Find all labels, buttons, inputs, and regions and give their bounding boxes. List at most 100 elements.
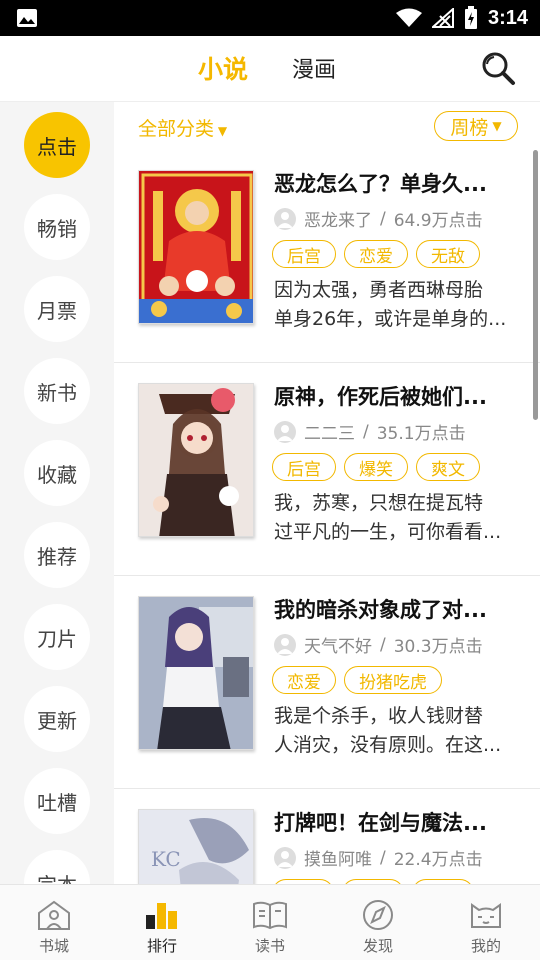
sidebar-item-completed[interactable]: 完本 bbox=[24, 850, 90, 884]
author-avatar-icon bbox=[274, 633, 296, 656]
book-description: 我，苏寒，只想在提瓦特 过平凡的一生，可你看看... bbox=[274, 489, 514, 547]
book-clicks: 64.9万点击 bbox=[393, 211, 483, 231]
book-tag[interactable]: 恋爱 bbox=[344, 240, 408, 268]
wifi-icon bbox=[395, 8, 422, 27]
cover-illustration: KC bbox=[139, 810, 253, 884]
category-filter-label: 全部分类 bbox=[138, 118, 215, 140]
book-meta: 恶龙来了 / 64.9万点击 bbox=[274, 206, 483, 231]
book-tag[interactable]: 爆笑 bbox=[344, 453, 408, 481]
cover-illustration bbox=[139, 597, 253, 749]
sidebar-item-comments[interactable]: 吐槽 bbox=[24, 768, 90, 834]
author-avatar-icon bbox=[274, 846, 296, 869]
book-cover[interactable] bbox=[138, 383, 254, 537]
book-tags: 恋爱 扮猪吃虎 bbox=[272, 666, 442, 694]
compass-icon bbox=[363, 900, 393, 930]
cover-illustration bbox=[139, 171, 253, 323]
sidebar-item-updated[interactable]: 更新 bbox=[24, 686, 90, 752]
sidebar-item-clicks[interactable]: 点击 bbox=[24, 112, 90, 178]
meta-separator: / bbox=[380, 208, 386, 229]
book-clicks: 30.3万点击 bbox=[393, 637, 483, 657]
book-description-line: 单身26年，或许是单身的... bbox=[274, 308, 507, 330]
book-clicks: 35.1万点击 bbox=[376, 424, 466, 444]
book-meta: 二二三 / 35.1万点击 bbox=[274, 419, 466, 444]
book-cover[interactable] bbox=[138, 170, 254, 324]
author-avatar-icon bbox=[274, 420, 296, 443]
tab-novel[interactable]: 小说 bbox=[198, 50, 248, 86]
status-bar: 3:14 bbox=[0, 0, 540, 36]
book-title[interactable]: 打牌吧！在剑与魔法... bbox=[274, 807, 514, 837]
book-cover[interactable]: KC bbox=[138, 809, 254, 884]
nav-label: 读书 bbox=[254, 937, 285, 955]
nav-reading[interactable]: 读书 bbox=[216, 885, 324, 960]
image-notification-icon bbox=[17, 9, 37, 27]
book-tag[interactable]: 后宫 bbox=[272, 453, 336, 481]
search-icon[interactable] bbox=[480, 50, 516, 86]
house-icon bbox=[38, 900, 70, 930]
book-description: 我是个杀手，收人钱财替 人消灾，没有原则。在这... bbox=[274, 702, 514, 760]
nav-label: 我的 bbox=[470, 937, 501, 955]
sidebar-item-recommended[interactable]: 推荐 bbox=[24, 522, 90, 588]
signal-icon bbox=[431, 8, 454, 28]
book-description-line: 人消灾，没有原则。在这... bbox=[274, 734, 502, 756]
book-description-line: 我，苏寒，只想在提瓦特 bbox=[274, 492, 484, 514]
sidebar-item-monthly-votes[interactable]: 月票 bbox=[24, 276, 90, 342]
book-author: 天气不好 bbox=[304, 637, 372, 657]
meta-separator: / bbox=[380, 847, 386, 868]
meta-separator: / bbox=[363, 421, 369, 442]
category-filter[interactable]: 全部分类 ▼ bbox=[138, 114, 227, 141]
bar-chart-icon bbox=[146, 903, 177, 929]
nav-profile[interactable]: 我的 bbox=[432, 885, 540, 960]
meta-separator: / bbox=[380, 634, 386, 655]
book-tags: 后宫 恋爱 无敌 bbox=[272, 240, 480, 268]
book-tag[interactable]: 恋爱 bbox=[272, 666, 336, 694]
book-author: 摸鱼阿唯 bbox=[304, 850, 372, 870]
top-bar: 小说 漫画 bbox=[0, 36, 540, 102]
scrollbar[interactable] bbox=[533, 150, 538, 420]
book-icon bbox=[253, 901, 287, 930]
battery-charging-icon bbox=[464, 6, 477, 29]
cat-face-icon bbox=[471, 903, 501, 928]
nav-discover[interactable]: 发现 bbox=[324, 885, 432, 960]
bottom-navigation: 书城 排行 读书 发现 我的 bbox=[0, 884, 540, 960]
book-description-line: 因为太强，勇者西琳母胎 bbox=[274, 279, 484, 301]
book-card[interactable]: 恶龙怎么了？单身久... 恶龙来了 / 64.9万点击 后宫 恋爱 无敌 因为太强，… bbox=[114, 150, 540, 363]
book-title[interactable]: 原神，作死后被她们... bbox=[274, 381, 514, 411]
book-tags: 后宫 爆笑 爽文 bbox=[272, 453, 480, 481]
sidebar-item-bestselling[interactable]: 畅销 bbox=[24, 194, 90, 260]
nav-label: 发现 bbox=[362, 937, 393, 955]
svg-text:KC: KC bbox=[151, 847, 181, 871]
sidebar-item-blades[interactable]: 刀片 bbox=[24, 604, 90, 670]
book-meta: 摸鱼阿唯 / 22.4万点击 bbox=[274, 845, 483, 870]
tab-comic[interactable]: 漫画 bbox=[292, 52, 336, 84]
cover-illustration bbox=[139, 384, 253, 536]
book-ranking-list: 全部分类 ▼ 周榜 ▼ 恶龙怎么了？单身久... 恶龙来了/64.9万点击 后宫… bbox=[114, 102, 540, 884]
book-tag[interactable]: 无敌 bbox=[416, 240, 480, 268]
nav-bookstore[interactable]: 书城 bbox=[0, 885, 108, 960]
nav-ranking[interactable]: 排行 bbox=[108, 885, 216, 960]
author-avatar-icon bbox=[274, 207, 296, 230]
book-description-line: 过平凡的一生，可你看看... bbox=[274, 521, 502, 543]
period-filter-label: 周榜 bbox=[450, 116, 489, 139]
book-title[interactable]: 恶龙怎么了？单身久... bbox=[274, 168, 514, 198]
book-cover[interactable] bbox=[138, 596, 254, 750]
ranking-sidebar: 点击 畅销 月票 新书 收藏 推荐 刀片 更新 吐槽 完本 bbox=[0, 102, 114, 884]
book-tag[interactable]: 扮猪吃虎 bbox=[344, 666, 442, 694]
sidebar-item-new-books[interactable]: 新书 bbox=[24, 358, 90, 424]
book-card[interactable]: 我的暗杀对象成了对... 天气不好 / 30.3万点击 恋爱 扮猪吃虎 我是个杀手，… bbox=[114, 576, 540, 789]
caret-down-icon: ▼ bbox=[492, 119, 502, 133]
nav-label: 书城 bbox=[38, 937, 69, 955]
book-tag[interactable]: 爽文 bbox=[416, 453, 480, 481]
book-card[interactable]: KC 打牌吧！在剑与魔法... 摸鱼阿唯 / 22.4万点击 bbox=[114, 789, 540, 884]
book-clicks: 22.4万点击 bbox=[393, 850, 483, 870]
book-author: 恶龙来了 bbox=[304, 211, 372, 231]
sidebar-item-favorites[interactable]: 收藏 bbox=[24, 440, 90, 506]
book-description: 因为太强，勇者西琳母胎 单身26年，或许是单身的... bbox=[274, 276, 514, 334]
caret-down-icon: ▼ bbox=[214, 124, 228, 138]
book-tag[interactable]: 后宫 bbox=[272, 240, 336, 268]
book-meta: 天气不好 / 30.3万点击 bbox=[274, 632, 483, 657]
book-title[interactable]: 我的暗杀对象成了对... bbox=[274, 594, 514, 624]
period-filter[interactable]: 周榜 ▼ bbox=[434, 111, 518, 141]
book-card[interactable]: 原神，作死后被她们... 二二三 / 35.1万点击 后宫 爆笑 爽文 我，苏寒，只… bbox=[114, 363, 540, 576]
status-time: 3:14 bbox=[487, 6, 528, 29]
book-description-line: 我是个杀手，收人钱财替 bbox=[274, 705, 484, 727]
